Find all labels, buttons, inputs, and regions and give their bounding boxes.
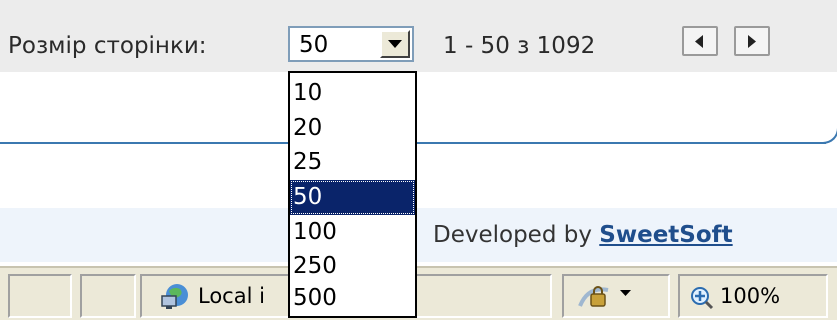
developed-by-prefix: Developed by <box>433 222 592 248</box>
chevron-left-icon <box>695 35 703 48</box>
page-size-options-list: 10 20 25 50 100 250 500 <box>288 71 417 318</box>
page-footer: Developed by SweetSoft <box>0 208 837 262</box>
developed-by-text: Developed by SweetSoft <box>433 216 733 254</box>
page-size-option-25[interactable]: 25 <box>290 145 415 180</box>
page-size-option-250[interactable]: 250 <box>290 249 415 284</box>
page-size-option-500[interactable]: 500 <box>290 281 415 316</box>
select-dropdown-button[interactable] <box>380 30 410 58</box>
page-size-option-50[interactable]: 50 <box>290 180 415 215</box>
browser-status-bar: Local i 100% <box>0 266 837 320</box>
zoom-pane[interactable]: 100% <box>678 274 828 318</box>
chevron-down-icon <box>388 40 402 48</box>
content-divider-corner <box>823 128 837 144</box>
status-pane-empty-2 <box>80 274 136 318</box>
pager-toolbar: Розмір сторінки: 50 1 - 50 з 1092 <box>0 0 837 72</box>
zoom-level-label: 100% <box>720 284 781 308</box>
page-range-text: 1 - 50 з 1092 <box>443 33 596 59</box>
protected-mode-pane[interactable] <box>562 274 670 318</box>
local-network-icon <box>161 284 188 309</box>
chevron-right-icon <box>748 35 756 48</box>
page-size-option-20[interactable]: 20 <box>290 111 415 146</box>
status-pane-empty-1 <box>8 274 72 318</box>
developer-link[interactable]: SweetSoft <box>599 222 732 248</box>
security-zone-label: Local i <box>198 284 265 308</box>
page-size-label: Розмір сторінки: <box>8 33 207 59</box>
page-size-select-value: 50 <box>299 32 329 58</box>
chevron-down-icon <box>620 290 631 296</box>
protected-mode-lock-icon <box>578 286 609 307</box>
page-size-option-10[interactable]: 10 <box>290 76 415 111</box>
page-size-select[interactable]: 50 <box>288 26 414 62</box>
page-size-option-100[interactable]: 100 <box>290 215 415 250</box>
next-page-button[interactable] <box>734 26 770 56</box>
zoom-icon <box>691 287 714 310</box>
previous-page-button[interactable] <box>682 26 718 56</box>
